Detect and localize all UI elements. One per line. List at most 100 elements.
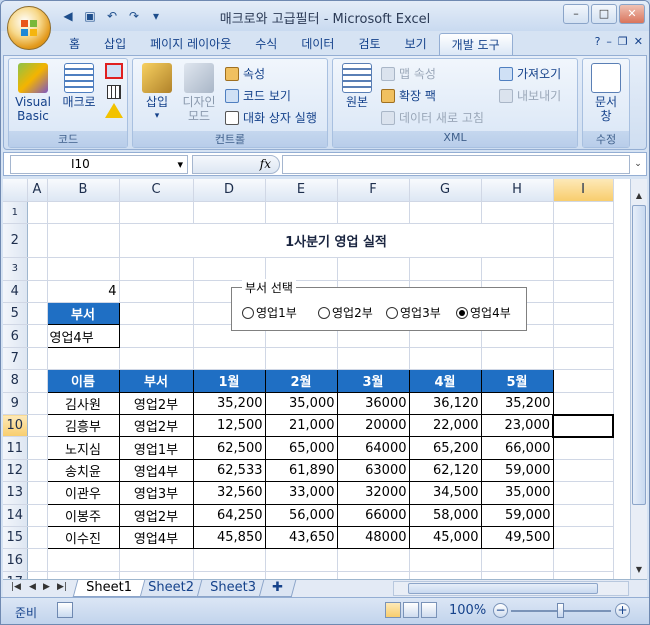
table-cell[interactable]: 21,000 [264, 414, 338, 438]
row-header[interactable]: 15 [3, 526, 28, 550]
table-cell[interactable]: 45,000 [408, 525, 482, 550]
page-layout-view-icon[interactable] [403, 602, 419, 618]
table-header-may[interactable]: 5월 [480, 369, 554, 393]
map-properties-button[interactable]: 맵 속성 [381, 65, 436, 82]
refresh-data-button[interactable]: 데이터 새로 고침 [381, 109, 484, 126]
table-header-jan[interactable]: 1월 [192, 369, 266, 393]
last-sheet-icon[interactable]: ▶| [57, 582, 67, 592]
table-cell[interactable]: 영업2부 [118, 503, 194, 527]
row-header[interactable]: 10 [3, 414, 28, 438]
tab-developer[interactable]: 개발 도구 [438, 33, 513, 55]
maximize-button[interactable]: □ [591, 4, 617, 24]
table-cell[interactable]: 58,000 [408, 503, 482, 527]
zoom-in-icon[interactable]: + [615, 603, 630, 618]
table-header-name[interactable]: 이름 [46, 369, 120, 393]
row-header[interactable]: 3 [3, 257, 28, 281]
tab-review[interactable]: 검토 [346, 33, 392, 55]
table-cell[interactable]: 35,000 [480, 481, 554, 505]
table-cell[interactable]: 59,000 [480, 458, 554, 483]
table-cell[interactable]: 23,000 [480, 414, 554, 438]
table-cell[interactable]: 김흥부 [46, 414, 120, 438]
active-cell-i10[interactable] [552, 413, 614, 438]
table-cell[interactable]: 33,000 [264, 481, 338, 505]
record-macro-icon[interactable] [105, 63, 123, 79]
column-header-f[interactable]: F [337, 179, 410, 202]
tab-formulas[interactable]: 수식 [243, 33, 289, 55]
macro-record-status-icon[interactable] [57, 602, 73, 618]
column-header-b[interactable]: B [47, 179, 120, 202]
table-cell[interactable]: 63000 [336, 458, 410, 483]
option-dept-3[interactable]: 영업3부 [386, 304, 441, 321]
export-button[interactable]: 내보내기 [499, 87, 561, 104]
sheet-tab-1[interactable]: Sheet1 [72, 580, 146, 597]
macro-button[interactable]: 매크로 [59, 63, 99, 109]
table-cell[interactable]: 영업3부 [118, 481, 194, 505]
table-cell[interactable]: 45,850 [192, 525, 266, 550]
table-cell[interactable]: 영업2부 [118, 414, 194, 438]
source-button[interactable]: 원본 [339, 63, 375, 109]
formula-input[interactable] [282, 155, 630, 174]
table-cell[interactable]: 59,000 [480, 503, 554, 527]
macro-security-icon[interactable] [105, 103, 123, 118]
table-cell[interactable]: 송치윤 [46, 458, 120, 483]
view-code-button[interactable]: 코드 보기 [225, 87, 291, 104]
table-cell[interactable]: 영업1부 [118, 436, 194, 460]
table-cell[interactable]: 34,500 [408, 481, 482, 505]
design-mode-button[interactable]: 디자인 모드 [179, 63, 219, 123]
row-header[interactable]: 17 [3, 571, 28, 579]
table-cell[interactable]: 65,000 [264, 436, 338, 460]
column-header-g[interactable]: G [409, 179, 482, 202]
table-cell[interactable]: 영업2부 [118, 391, 194, 416]
horizontal-scrollbar[interactable] [393, 581, 629, 596]
vertical-scroll-thumb[interactable] [632, 205, 646, 505]
vertical-scrollbar[interactable]: ▲ ▼ [630, 179, 647, 579]
workbook-close-icon[interactable]: ✕ [634, 35, 643, 48]
row-header[interactable]: 6 [3, 324, 28, 348]
tab-insert[interactable]: 삽입 [92, 33, 138, 55]
cell-table[interactable]: A B C D E F G H I 1 2 1사분기 영업 실적 3 44 5 부서… [3, 179, 614, 579]
column-header-e[interactable]: E [265, 179, 338, 202]
column-header-a[interactable]: A [27, 179, 48, 202]
worksheet-grid[interactable]: A B C D E F G H I 1 2 1사분기 영업 실적 3 44 5 부서… [3, 179, 647, 579]
insert-function-button[interactable]: fx [192, 155, 280, 174]
row-header[interactable]: 11 [3, 436, 28, 460]
table-cell[interactable]: 62,500 [192, 436, 266, 460]
workbook-restore-icon[interactable]: ❐ [618, 35, 628, 48]
tab-home[interactable]: 홈 [57, 33, 92, 55]
column-header-d[interactable]: D [193, 179, 266, 202]
row-header[interactable]: 13 [3, 481, 28, 505]
insert-sheet-tab[interactable]: ✚ [258, 580, 297, 597]
table-cell[interactable]: 32,560 [192, 481, 266, 505]
column-header-c[interactable]: C [119, 179, 194, 202]
normal-view-icon[interactable] [385, 602, 401, 618]
close-button[interactable]: ✕ [619, 4, 645, 24]
table-header-mar[interactable]: 3월 [336, 369, 410, 393]
table-cell[interactable]: 49,500 [480, 525, 554, 550]
table-cell[interactable]: 영업4부 [118, 458, 194, 483]
table-cell[interactable]: 66,000 [480, 436, 554, 460]
table-cell[interactable]: 64000 [336, 436, 410, 460]
table-header-feb[interactable]: 2월 [264, 369, 338, 393]
tab-page-layout[interactable]: 페이지 레이아웃 [138, 33, 243, 55]
table-cell[interactable]: 이봉주 [46, 503, 120, 527]
table-cell[interactable]: 64,250 [192, 503, 266, 527]
option-dept-4[interactable]: 영업4부 [456, 304, 511, 321]
option-dept-1[interactable]: 영업1부 [242, 304, 297, 321]
horizontal-scroll-thumb[interactable] [408, 583, 598, 594]
table-cell[interactable]: 62,533 [192, 458, 266, 483]
import-button[interactable]: 가져오기 [499, 65, 561, 82]
zoom-level[interactable]: 100% [449, 603, 486, 618]
run-dialog-button[interactable]: 대화 상자 실행 [225, 109, 317, 126]
table-cell[interactable]: 김사원 [46, 391, 120, 416]
table-header-dept[interactable]: 부서 [118, 369, 194, 393]
dept-value-cell[interactable]: 영업4부 [46, 324, 120, 348]
row-header[interactable]: 5 [3, 302, 28, 326]
name-box[interactable]: I10 [10, 155, 188, 174]
insert-control-button[interactable]: 삽입 ▾ [139, 63, 175, 123]
row-header[interactable]: 9 [3, 392, 28, 416]
workbook-minimize-icon[interactable]: – [606, 35, 612, 48]
scroll-down-icon[interactable]: ▼ [632, 563, 646, 577]
office-button[interactable] [7, 6, 51, 50]
table-cell[interactable]: 43,650 [264, 525, 338, 550]
cell-b4[interactable]: 4 [47, 280, 120, 304]
